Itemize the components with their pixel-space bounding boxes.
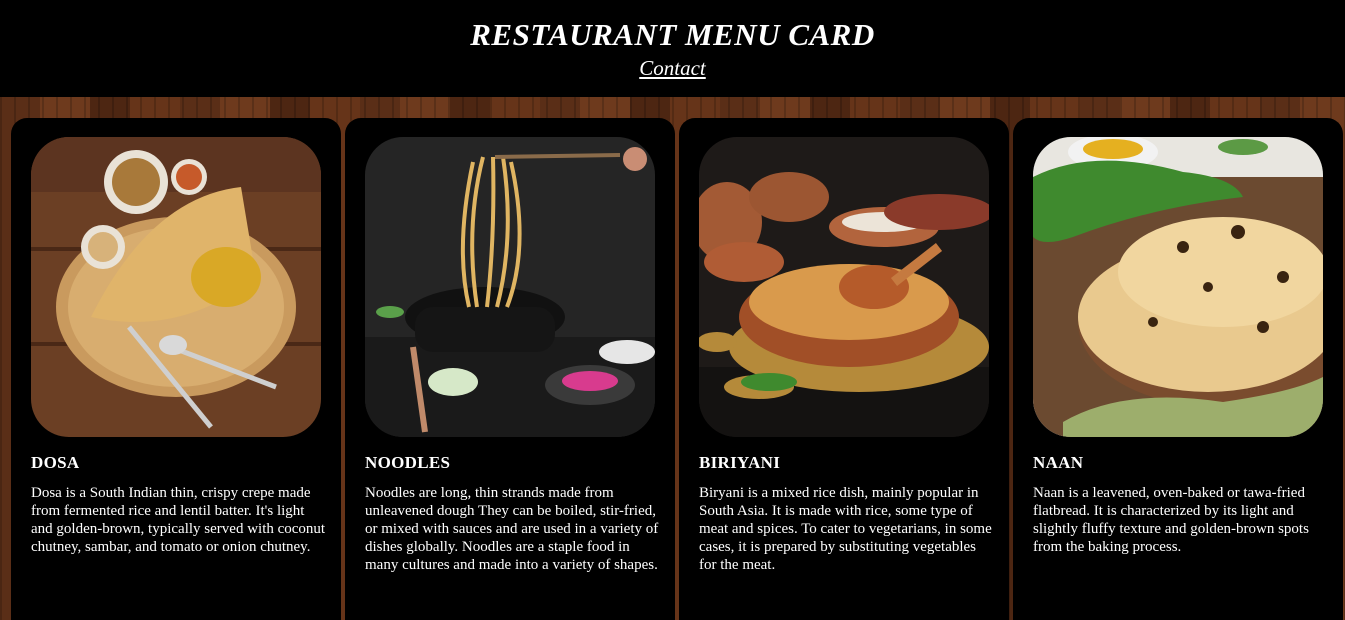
menu-item-description: Dosa is a South Indian thin, crispy crep…: [31, 485, 326, 555]
menu-card-dosa: DOSA Dosa is a South Indian thin, crispy…: [11, 118, 341, 620]
menu-card-biriyani: BIRIYANI Biryani is a mixed rice dish, m…: [679, 118, 1009, 620]
dosa-photo: [31, 137, 321, 437]
noodles-photo: [365, 137, 655, 437]
menu-cards: DOSA Dosa is a South Indian thin, crispy…: [0, 97, 1345, 620]
naan-photo: [1033, 137, 1323, 437]
page-title: RESTAURANT MENU CARD: [470, 17, 875, 52]
menu-item-description: Naan is a leavened, oven-baked or tawa-f…: [1033, 485, 1309, 555]
menu-card-naan: NAAN Naan is a leavened, oven-baked or t…: [1013, 118, 1343, 620]
contact-nav: Contact: [0, 56, 1345, 81]
page-header: RESTAURANT MENU CARD Contact: [0, 0, 1345, 97]
biriyani-photo: [699, 137, 989, 437]
menu-item-description: Biryani is a mixed rice dish, mainly pop…: [699, 485, 992, 573]
contact-link[interactable]: Contact: [639, 56, 706, 80]
menu-item-title: NOODLES: [365, 453, 451, 472]
menu-item-title: NAAN: [1033, 453, 1084, 472]
menu-item-description: Noodles are long, thin strands made from…: [365, 485, 659, 573]
menu-card-noodles: NOODLES Noodles are long, thin strands m…: [345, 118, 675, 620]
menu-item-title: BIRIYANI: [699, 453, 781, 472]
menu-item-title: DOSA: [31, 453, 80, 472]
